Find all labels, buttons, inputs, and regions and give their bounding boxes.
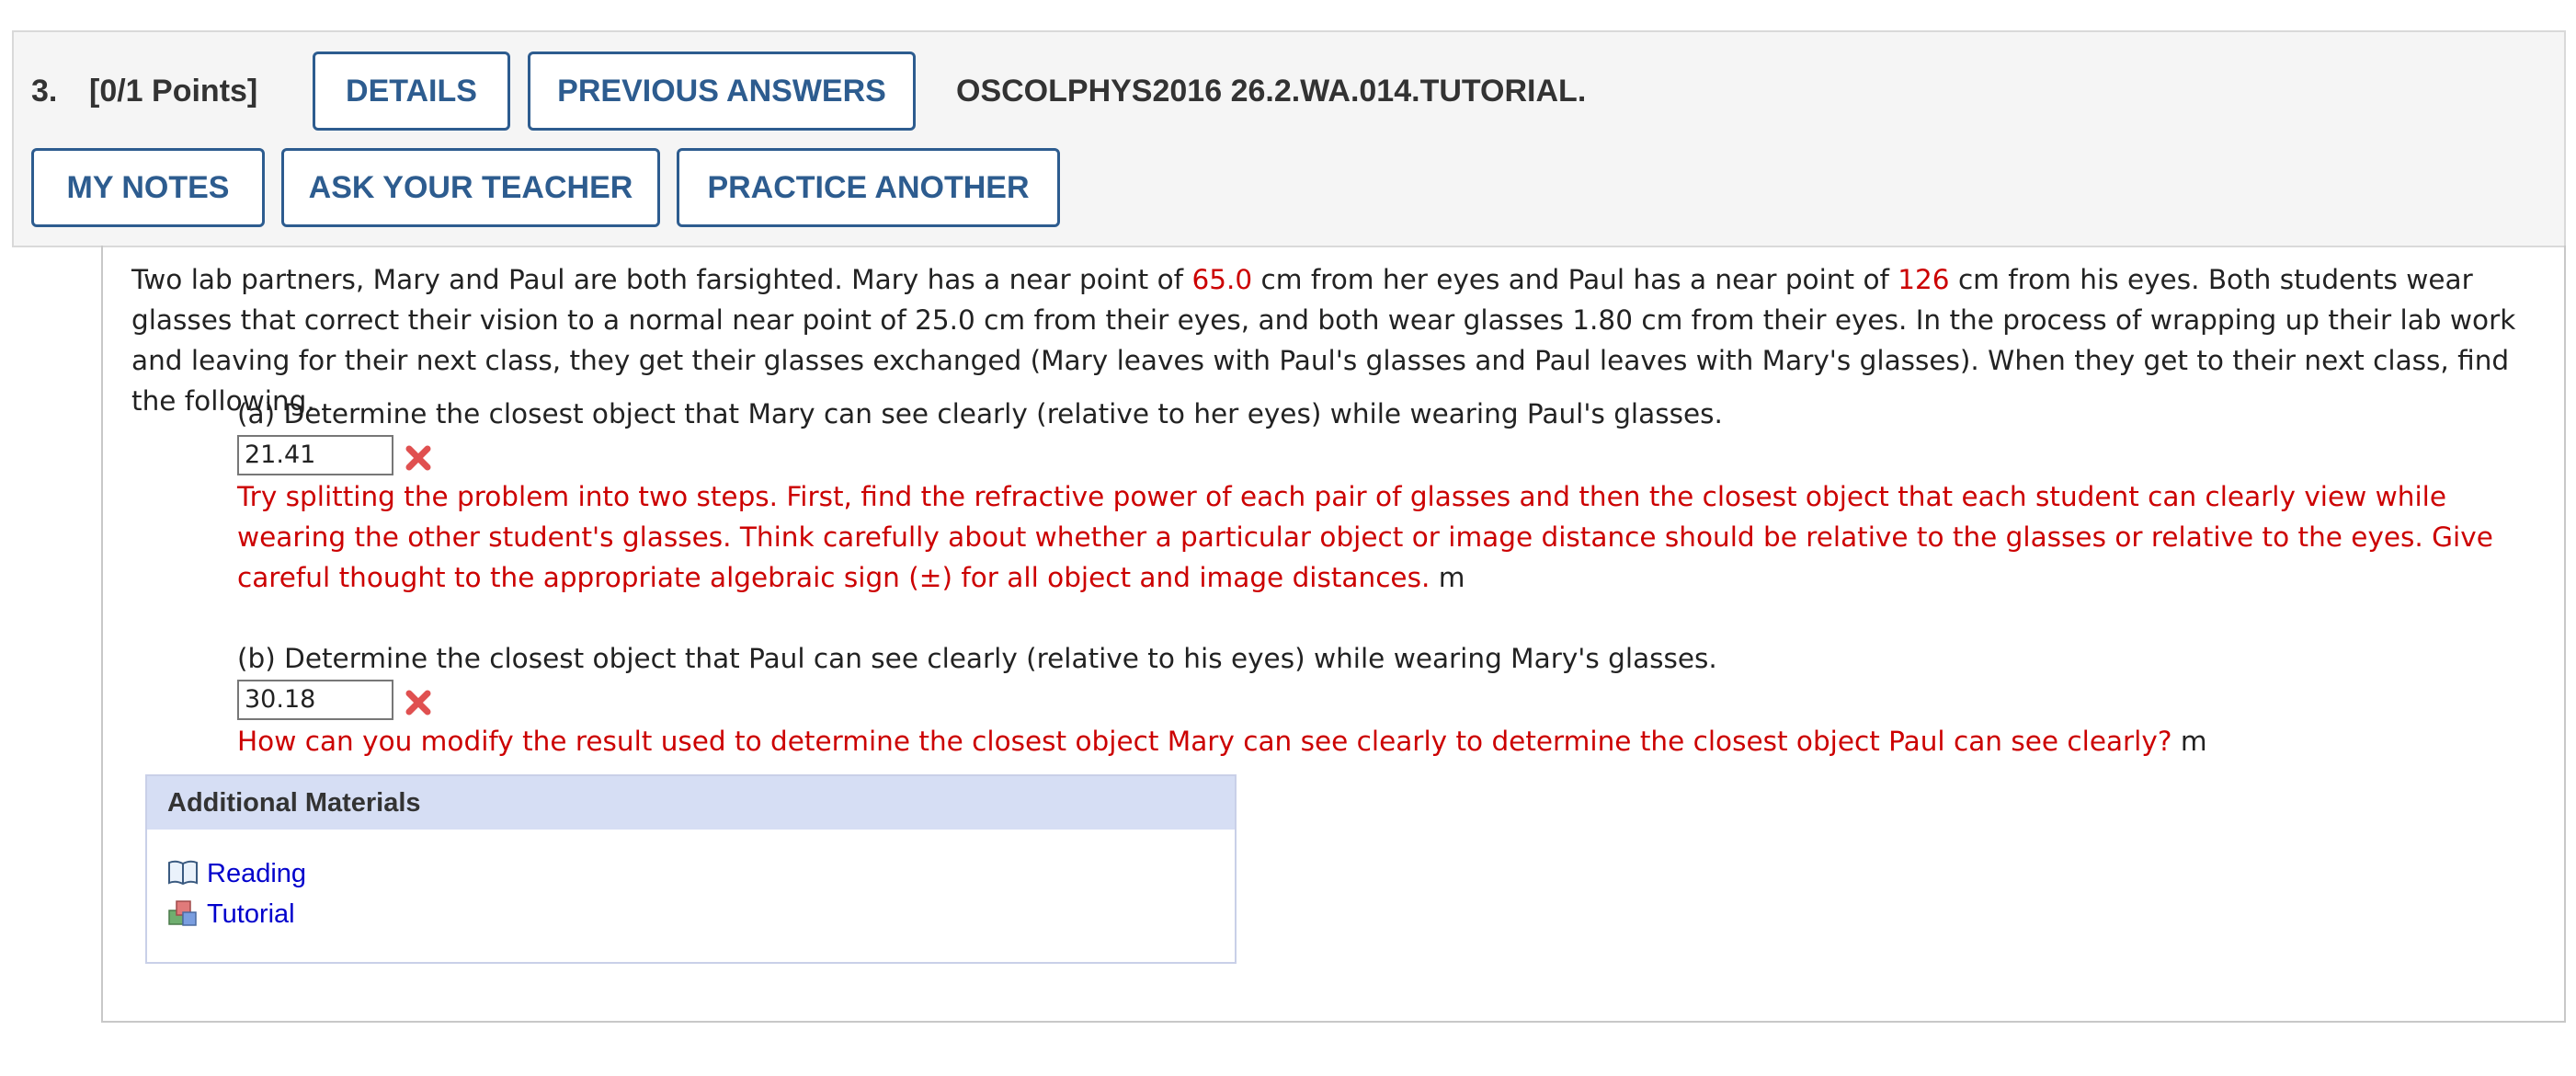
reading-link[interactable]: Reading <box>207 859 306 889</box>
part-a-answer-input[interactable]: 21.41 <box>237 435 393 475</box>
book-icon <box>168 860 198 886</box>
problem-text-1: Two lab partners, Mary and Paul are both… <box>131 264 1192 295</box>
question-code: OSCOLPHYS2016 26.2.WA.014.TUTORIAL. <box>956 74 1587 109</box>
part-a-question: (a) Determine the closest object that Ma… <box>237 398 1723 429</box>
tutorial-link[interactable]: Tutorial <box>207 899 295 930</box>
incorrect-icon <box>405 445 431 471</box>
additional-materials: Additional Materials Reading Tutorial <box>145 774 1237 964</box>
question-number: 3. <box>31 74 58 109</box>
mary-near-point: 65.0 <box>1191 264 1253 295</box>
materials-title: Additional Materials <box>147 776 1235 830</box>
practice-another-button[interactable]: PRACTICE ANOTHER <box>677 148 1060 227</box>
part-a-feedback: Try splitting the problem into two steps… <box>237 476 2540 598</box>
part-a-feedback-text: Try splitting the problem into two steps… <box>237 481 2493 593</box>
part-a-unit: m <box>1438 562 1465 593</box>
my-notes-button[interactable]: MY NOTES <box>31 148 265 227</box>
tutorial-icon <box>168 900 197 926</box>
details-button[interactable]: DETAILS <box>313 52 510 131</box>
incorrect-icon <box>405 690 431 715</box>
part-b-answer-input[interactable]: 30.18 <box>237 680 393 720</box>
ask-teacher-button[interactable]: ASK YOUR TEACHER <box>281 148 660 227</box>
problem-text-2: cm from her eyes and Paul has a near poi… <box>1252 264 1898 295</box>
question-points: [0/1 Points] <box>89 74 258 109</box>
previous-answers-button[interactable]: PREVIOUS ANSWERS <box>528 52 916 131</box>
part-b-feedback: How can you modify the result used to de… <box>237 721 2540 761</box>
part-b-question: (b) Determine the closest object that Pa… <box>237 643 1717 674</box>
part-b-feedback-text: How can you modify the result used to de… <box>237 726 2172 757</box>
part-b-unit: m <box>2180 726 2207 757</box>
paul-near-point: 126 <box>1898 264 1950 295</box>
